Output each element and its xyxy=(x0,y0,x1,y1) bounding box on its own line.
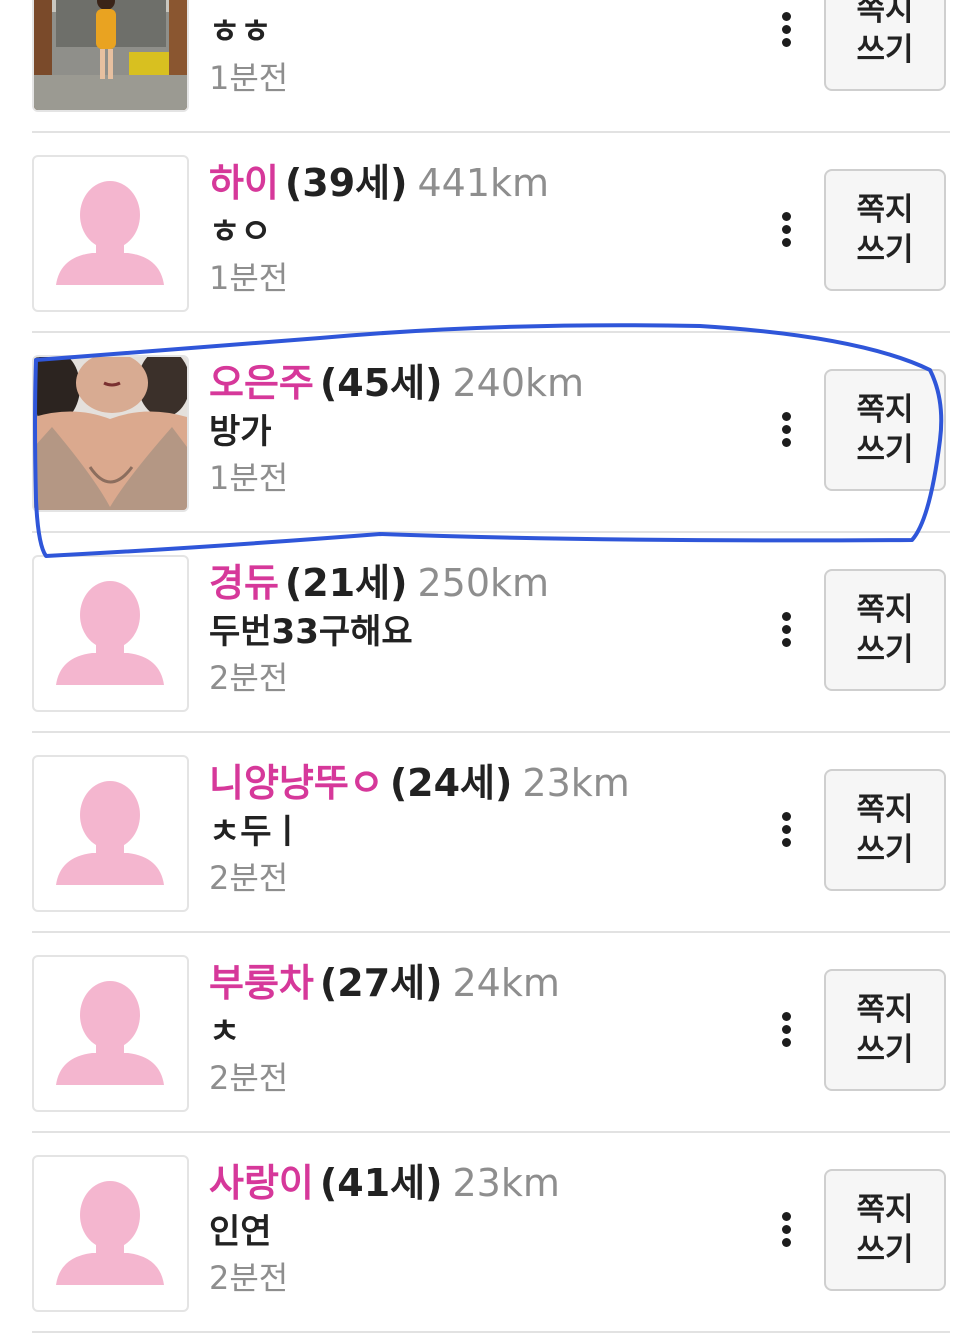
message-preview: 방가 xyxy=(209,412,272,452)
message-preview: ㅎㅎ xyxy=(209,12,272,52)
more-options-icon[interactable] xyxy=(772,1009,800,1057)
time-label: 1분전 xyxy=(209,459,289,497)
more-options-icon[interactable] xyxy=(772,1209,800,1257)
photo-woman-yellow-coat xyxy=(34,0,187,110)
list-item: 경듀 (21세) 250km 두번33구해요 2분전 쪽지 쓰기 xyxy=(32,533,950,733)
time-label: 1분전 xyxy=(209,59,289,97)
nickname: 오은주 xyxy=(209,361,314,405)
default-silhouette-icon xyxy=(56,1181,164,1285)
nickname: 사랑이 xyxy=(209,1161,314,1205)
age-label: (45세) xyxy=(319,361,443,405)
more-options-icon[interactable] xyxy=(772,609,800,657)
message-preview: ㅎㅇ xyxy=(209,212,272,252)
avatar[interactable] xyxy=(32,1155,189,1312)
nickname: 부룽차 xyxy=(209,961,314,1005)
list-item: 니양냥뚜ㅇ (24세) 23km ㅊ두ㅣ 2분전 쪽지 쓰기 xyxy=(32,733,950,933)
send-message-button[interactable]: 쪽지 쓰기 xyxy=(824,0,946,91)
time-label: 2분전 xyxy=(209,1059,289,1097)
message-preview: ㅊ xyxy=(209,1012,241,1052)
age-label: (41세) xyxy=(319,1161,443,1205)
time-label: 1분전 xyxy=(209,259,289,297)
nickname: 경듀 xyxy=(209,561,279,605)
distance-label: 240km xyxy=(452,361,585,405)
send-message-button[interactable]: 쪽지 쓰기 xyxy=(824,1169,946,1291)
send-message-button[interactable]: 쪽지 쓰기 xyxy=(824,769,946,891)
distance-label: 23km xyxy=(522,761,630,805)
send-message-button[interactable]: 쪽지 쓰기 xyxy=(824,169,946,291)
list-item: ㅎㅎ 1분전 쪽지 쓰기 xyxy=(32,0,950,133)
user-list: ㅎㅎ 1분전 쪽지 쓰기 하이 (39세) 441km ㅎㅇ 1분전 쪽지 쓰기… xyxy=(0,0,980,1333)
distance-label: 23km xyxy=(452,1161,560,1205)
distance-label: 24km xyxy=(452,961,560,1005)
more-options-icon[interactable] xyxy=(772,9,800,57)
distance-label: 250km xyxy=(417,561,550,605)
avatar[interactable] xyxy=(32,555,189,712)
avatar[interactable] xyxy=(32,755,189,912)
more-options-icon[interactable] xyxy=(772,409,800,457)
avatar[interactable] xyxy=(32,155,189,312)
avatar[interactable] xyxy=(32,0,189,112)
default-silhouette-icon xyxy=(56,581,164,685)
more-options-icon[interactable] xyxy=(772,809,800,857)
nickname: 니양냥뚜ㅇ xyxy=(209,761,384,805)
list-item: 부룽차 (27세) 24km ㅊ 2분전 쪽지 쓰기 xyxy=(32,933,950,1133)
list-item: 오은주 (45세) 240km 방가 1분전 쪽지 쓰기 xyxy=(32,333,950,533)
avatar[interactable] xyxy=(32,355,189,512)
age-label: (24세) xyxy=(389,761,513,805)
message-preview: 인연 xyxy=(209,1212,272,1252)
send-message-button[interactable]: 쪽지 쓰기 xyxy=(824,369,946,491)
time-label: 2분전 xyxy=(209,859,289,897)
time-label: 2분전 xyxy=(209,1259,289,1297)
default-silhouette-icon xyxy=(56,181,164,285)
list-item: 사랑이 (41세) 23km 인연 2분전 쪽지 쓰기 xyxy=(32,1133,950,1333)
list-item: 하이 (39세) 441km ㅎㅇ 1분전 쪽지 쓰기 xyxy=(32,133,950,333)
message-preview: ㅊ두ㅣ xyxy=(209,812,303,852)
more-options-icon[interactable] xyxy=(772,209,800,257)
send-message-button[interactable]: 쪽지 쓰기 xyxy=(824,969,946,1091)
nickname: 하이 xyxy=(209,161,279,205)
distance-label: 441km xyxy=(417,161,550,205)
default-silhouette-icon xyxy=(56,981,164,1085)
age-label: (27세) xyxy=(319,961,443,1005)
send-message-button[interactable]: 쪽지 쓰기 xyxy=(824,569,946,691)
photo-woman xyxy=(34,357,187,510)
message-preview: 두번33구해요 xyxy=(209,612,413,652)
age-label: (21세) xyxy=(284,561,408,605)
default-silhouette-icon xyxy=(56,781,164,885)
time-label: 2분전 xyxy=(209,659,289,697)
age-label: (39세) xyxy=(284,161,408,205)
avatar[interactable] xyxy=(32,955,189,1112)
